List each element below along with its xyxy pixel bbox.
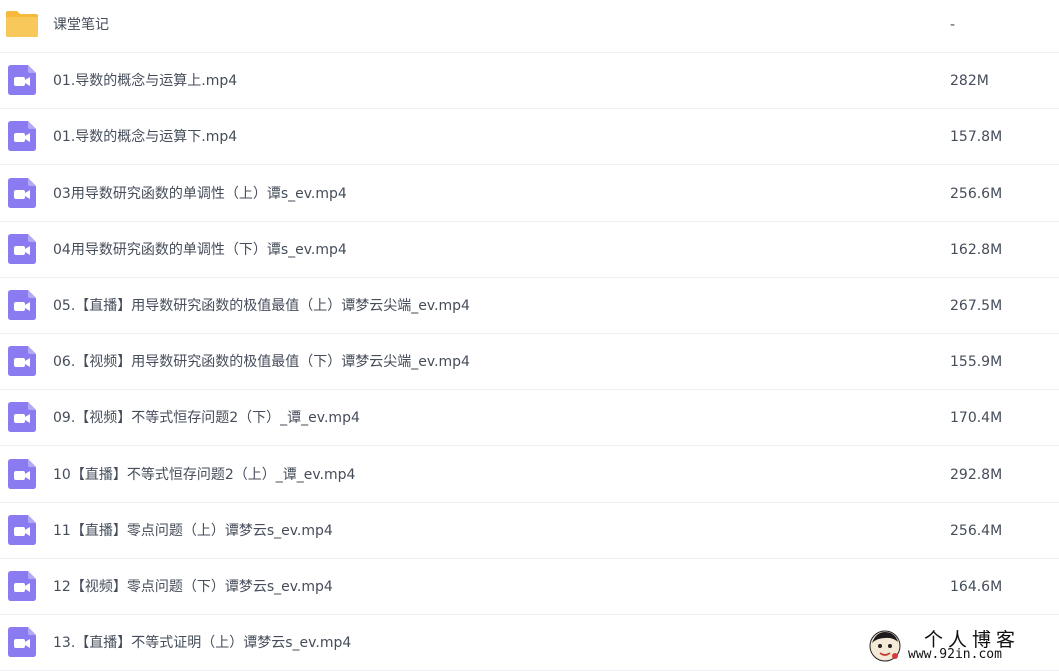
file-size: 170.4M bbox=[950, 410, 1003, 427]
video-file-icon bbox=[8, 233, 36, 264]
file-name: 12【视频】零点问题（下）谭梦云s_ev.mp4 bbox=[53, 579, 333, 595]
video-file-icon bbox=[8, 571, 36, 601]
file-size: 164.6M bbox=[950, 579, 1003, 595]
file-size: 256.6M bbox=[950, 185, 1003, 202]
file-size: 292.8M bbox=[950, 466, 1003, 483]
avatar-icon bbox=[869, 630, 901, 662]
file-row[interactable]: 12【视频】零点问题（下）谭梦云s_ev.mp4 164.6M bbox=[0, 559, 1059, 615]
watermark-url: www.92in.com bbox=[908, 647, 1002, 662]
file-row[interactable]: 06.【视频】用导数研究函数的极值最值（下）谭梦云尖端_ev.mp4 155.9M bbox=[0, 334, 1059, 391]
file-row[interactable]: 04用导数研究函数的单调性（下）谭s_ev.mp4 162.8M bbox=[0, 222, 1059, 278]
file-name: 13.【直播】不等式证明（上）谭梦云s_ev.mp4 bbox=[53, 635, 352, 652]
file-name: 11【直播】零点问题（上）谭梦云s_ev.mp4 bbox=[53, 522, 333, 539]
file-size: 267.5M bbox=[950, 298, 1003, 314]
file-name: 10【直播】不等式恒存问题2（上）_谭_ev.mp4 bbox=[53, 466, 356, 483]
file-row[interactable]: 11【直播】零点问题（上）谭梦云s_ev.mp4 256.4M bbox=[0, 503, 1059, 559]
video-file-icon bbox=[8, 177, 36, 208]
file-name: 06.【视频】用导数研究函数的极值最值（下）谭梦云尖端_ev.mp4 bbox=[53, 354, 470, 371]
file-name: 05.【直播】用导数研究函数的极值最值（上）谭梦云尖端_ev.mp4 bbox=[53, 298, 470, 314]
file-size: 282M bbox=[950, 73, 989, 90]
file-size: 157.8M bbox=[950, 129, 1003, 146]
file-name: 04用导数研究函数的单调性（下）谭s_ev.mp4 bbox=[53, 241, 347, 258]
file-row[interactable]: 03用导数研究函数的单调性（上）谭s_ev.mp4 256.6M bbox=[0, 166, 1059, 222]
file-name: 09.【视频】不等式恒存问题2（下）_谭_ev.mp4 bbox=[53, 410, 360, 427]
file-row[interactable]: 01.导数的概念与运算上.mp4 282M bbox=[0, 53, 1059, 110]
video-file-icon bbox=[8, 402, 36, 433]
file-size: 256.4M bbox=[950, 522, 1003, 539]
file-row[interactable]: 课堂笔记 - bbox=[0, 0, 1059, 53]
file-row[interactable]: 10【直播】不等式恒存问题2（上）_谭_ev.mp4 292.8M bbox=[0, 447, 1059, 503]
video-file-icon bbox=[8, 121, 36, 152]
file-size: 155.9M bbox=[950, 354, 1003, 371]
file-row[interactable]: 05.【直播】用导数研究函数的极值最值（上）谭梦云尖端_ev.mp4 267.5M bbox=[0, 278, 1059, 334]
blog-watermark: 个人博客 www.92in.com bbox=[864, 623, 1059, 668]
video-file-icon bbox=[8, 514, 36, 545]
file-row[interactable]: 01.导数的概念与运算下.mp4 157.8M bbox=[0, 109, 1059, 166]
file-name: 课堂笔记 bbox=[53, 17, 109, 33]
file-name: 03用导数研究函数的单调性（上）谭s_ev.mp4 bbox=[53, 185, 347, 202]
video-file-icon bbox=[8, 290, 36, 320]
video-file-icon bbox=[8, 65, 36, 96]
file-name: 01.导数的概念与运算下.mp4 bbox=[53, 129, 238, 146]
folder-icon bbox=[6, 11, 38, 37]
file-name: 01.导数的概念与运算上.mp4 bbox=[53, 73, 238, 90]
video-file-icon bbox=[8, 627, 36, 658]
file-size: - bbox=[950, 17, 956, 33]
file-size: 162.8M bbox=[950, 241, 1003, 258]
video-file-icon bbox=[8, 458, 36, 489]
file-row[interactable]: 09.【视频】不等式恒存问题2（下）_谭_ev.mp4 170.4M bbox=[0, 390, 1059, 447]
video-file-icon bbox=[8, 346, 36, 377]
file-list: 课堂笔记 - 01.导数的概念与运算上.mp4 282M 01.导数的概念与运算下.mp… bbox=[0, 0, 1059, 671]
